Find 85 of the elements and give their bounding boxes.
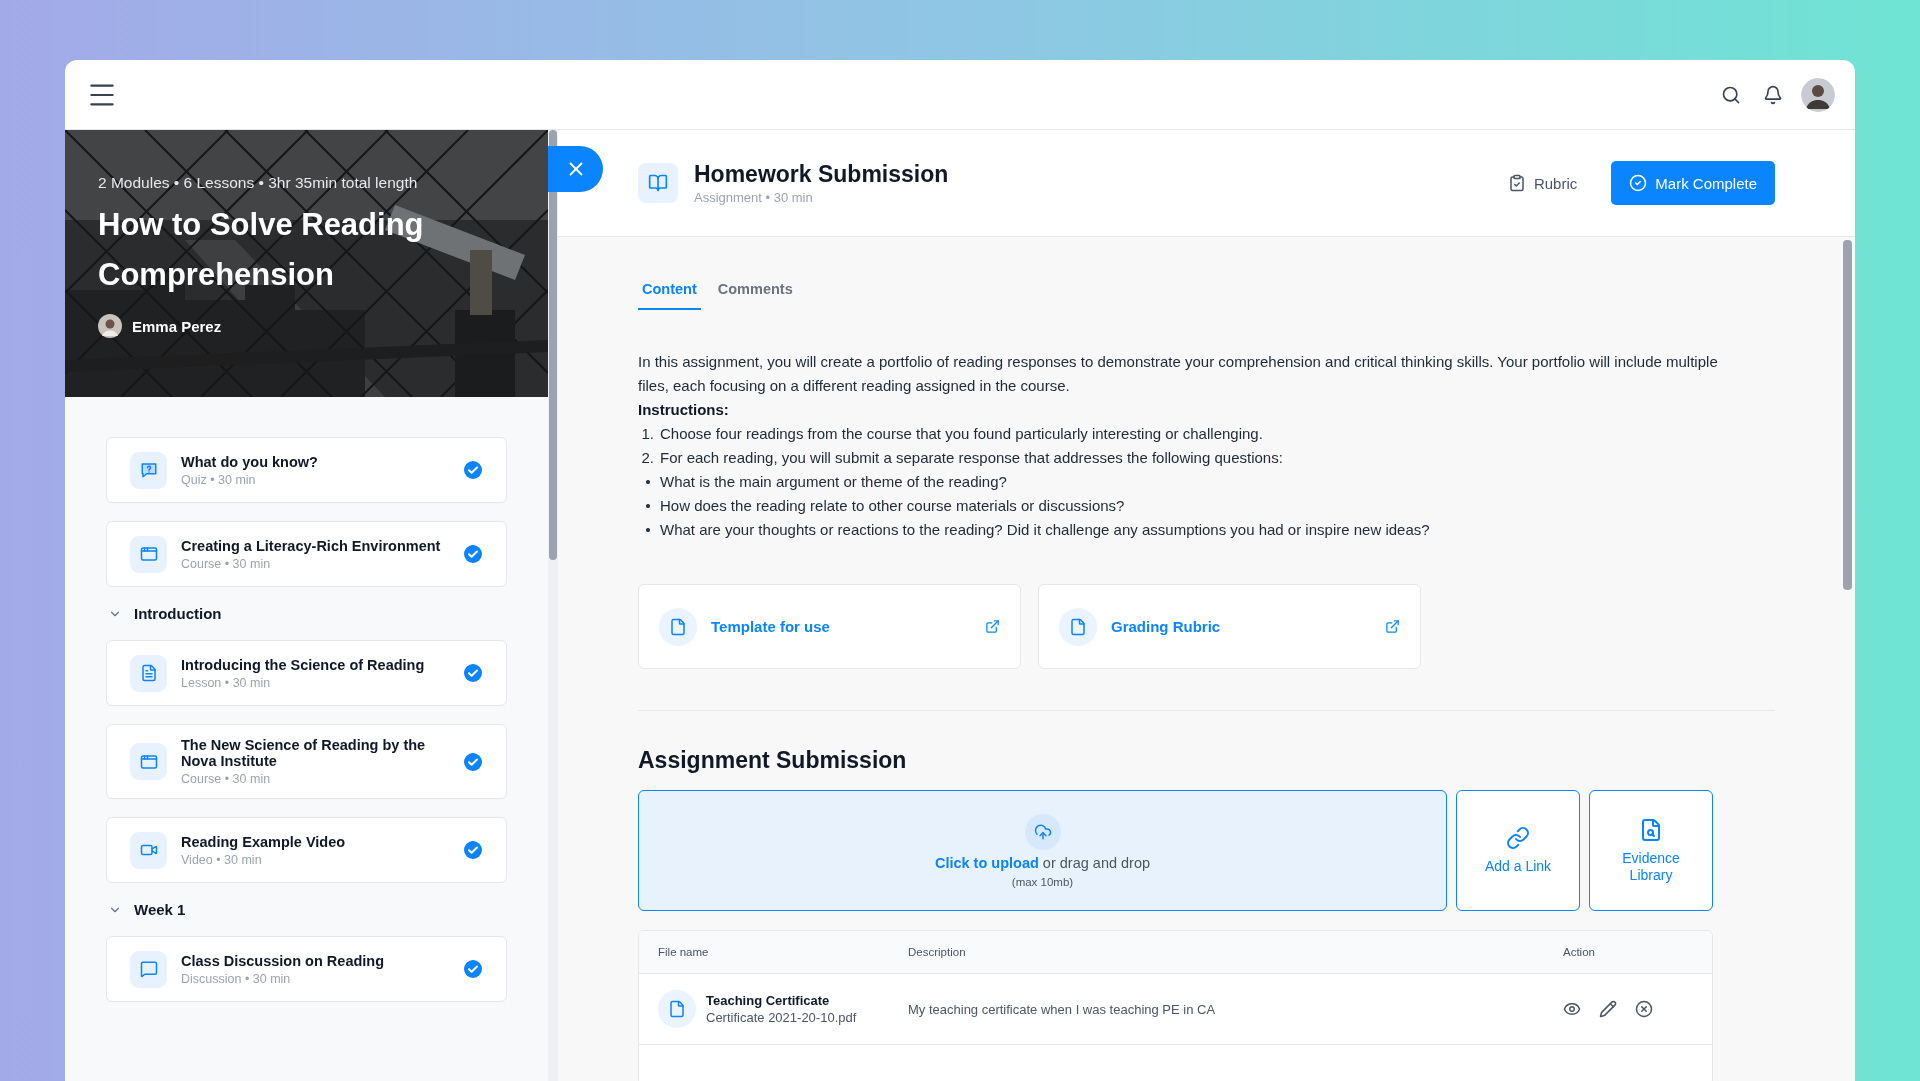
lesson-meta: Video • 30 min [181,852,263,867]
chat-bubble-icon [139,960,158,978]
check-circle-icon [1629,174,1648,192]
rubric-button[interactable]: Rubric [1501,173,1584,193]
lesson-title: Class Discussion on Reading [181,952,386,969]
column-header: Action [1563,946,1596,958]
submission-option-button[interactable]: Add a Link [1456,790,1580,911]
course-meta: 2 Modules • 6 Lessons • 3hr 35min total length [98,174,419,192]
close-button[interactable] [548,146,603,192]
lesson-meta: Course • 30 min [181,556,272,571]
mark-complete-button[interactable]: Mark Complete [1611,161,1775,205]
instructions-heading: Instructions: [638,400,730,420]
lesson-card[interactable]: What do you know? Quiz • 30 min [106,437,507,503]
file-description: My teaching certificate when I was teaching PE in CA [908,1001,1217,1017]
file-icon [1069,617,1087,636]
lesson-title: Creating a Literacy-Rich Environment [181,537,442,554]
lesson-meta: Discussion • 30 min [181,971,292,986]
remove-button[interactable] [1635,1000,1653,1018]
completed-check-icon [464,752,482,771]
search-icon [1721,84,1741,105]
cloud-upload-icon [1033,822,1052,841]
lesson-title: The New Science of Reading by the Nova Institute [181,737,427,769]
completed-check-icon [464,545,482,563]
checklist-icon [1507,174,1526,192]
window-icon [139,545,158,563]
assignment-description: In this assignment, you will create a portfolio of reading responses to demonstrate your comprehension and critical thinking skills. Your portfolio will include multiple files, each focusing on a different reading assigned in the course. [638,352,1719,396]
instruction-step: Choose four readings from the course that you found particularly interesting or challenging. [660,422,1263,446]
user-avatar[interactable] [1801,77,1835,112]
pencil-icon [1599,1000,1617,1018]
external-link-icon [1385,619,1400,634]
file-icon [668,1000,686,1018]
lesson-meta: Lesson • 30 min [181,675,272,690]
section-heading: Assignment Submission [638,747,908,774]
document-search-icon [1639,817,1663,842]
window-icon [139,752,158,771]
completed-check-icon [464,461,482,479]
lesson-title: What do you know? [181,453,319,470]
lesson-meta: Quiz • 30 min [181,472,257,487]
lesson-card[interactable]: Introducing the Science of Reading Lesson • 30 min [106,640,507,706]
tab[interactable]: Comments [713,281,797,310]
lesson-meta: Course • 30 min [181,772,272,786]
upload-dropzone[interactable]: Click to upload or drag and drop (max 10mb) [638,790,1447,911]
upload-limit: (max 10mb) [1011,875,1074,888]
submission-option-button[interactable]: Evidence Library [1589,790,1713,911]
link-icon [1506,826,1530,850]
column-header: File name [658,946,710,958]
section-title[interactable]: Introduction [134,605,222,622]
upload-prompt: Click to upload or drag and drop [934,854,1151,871]
book-icon [648,173,668,193]
author-avatar [98,314,122,338]
lesson-card[interactable]: The New Science of Reading by the Nova Institute Course • 30 min [106,724,507,799]
lesson-title: Introducing the Science of Reading [181,656,426,673]
question-item: What is the main argument or theme of the reading? [660,472,1007,492]
column-header: Description [908,946,967,958]
view-button[interactable] [1563,1000,1581,1018]
step-number: 1. [640,424,655,444]
lesson-meta: Assignment • 30 min [694,190,814,205]
edit-button[interactable] [1599,1000,1617,1018]
question-item: How does the reading relate to other course materials or discussions? [660,496,1125,516]
completed-check-icon [464,841,482,859]
instruction-step: For each reading, you will submit a separate response that addresses the following questions: [660,446,1283,470]
question-item: What are your thoughts or reactions to the reading? Did it challenge any assumptions you had or inspire new ideas? [660,520,1430,540]
section-title[interactable]: Week 1 [134,901,186,918]
author-name: Emma Perez [132,317,222,335]
close-circle-icon [1635,1000,1653,1018]
course-title: How to Solve Reading Comprehension [98,206,425,294]
lesson-title: Homework Submission [694,161,950,188]
external-link-icon [985,619,1000,634]
lesson-card[interactable]: Class Discussion on Reading Discussion • 30 min [106,936,507,1002]
step-number: 2. [640,448,655,468]
eye-icon [1563,1000,1581,1018]
completed-check-icon [464,960,482,978]
bell-icon [1763,84,1783,105]
file-title: Teaching Certificate [706,993,831,1008]
lesson-card[interactable]: Creating a Literacy-Rich Environment Course • 30 min [106,521,507,587]
completed-check-icon [464,664,482,682]
resource-link[interactable]: Template for use [638,584,1021,669]
resource-link[interactable]: Grading Rubric [1038,584,1421,669]
lesson-card[interactable]: Reading Example Video Video • 30 min [106,817,507,883]
document-icon [139,664,158,682]
scrollbar[interactable] [548,130,558,1081]
question-bubble-icon [139,461,158,479]
lesson-title: Reading Example Video [181,833,347,850]
file-name: Certificate 2021-20-10.pdf [706,1010,857,1025]
file-icon [669,617,687,636]
